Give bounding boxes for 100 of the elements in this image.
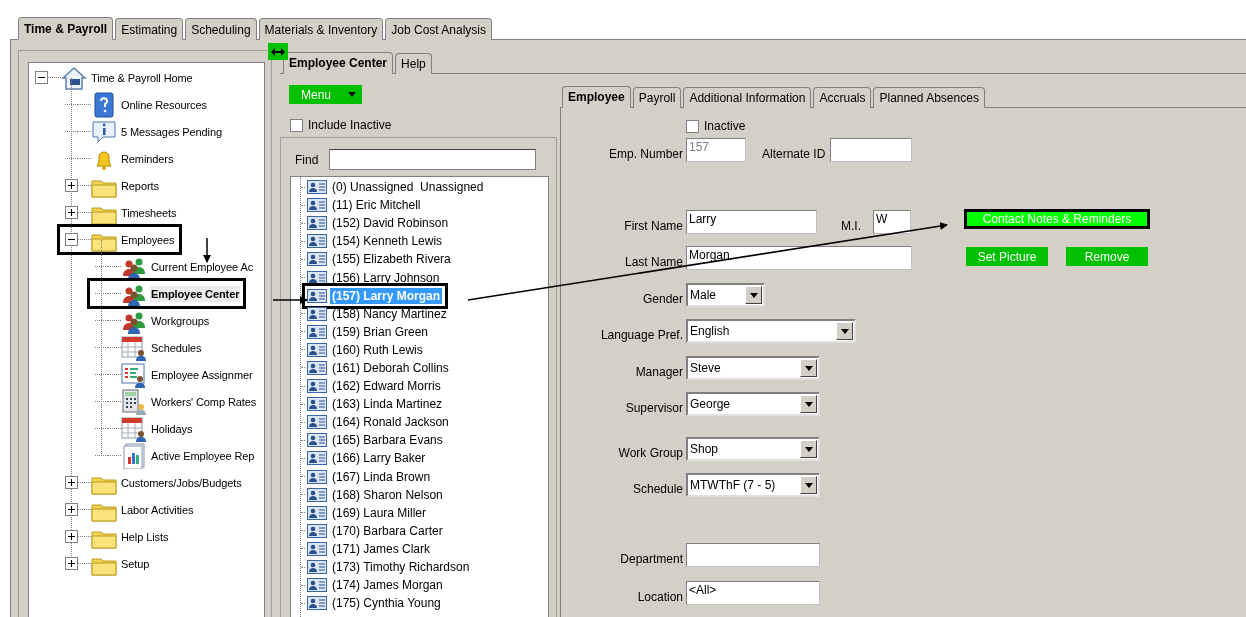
annotation-arrow bbox=[272, 296, 308, 304]
expand-button[interactable] bbox=[65, 503, 78, 516]
employee-item[interactable]: (163) Linda Martinez bbox=[330, 396, 445, 413]
field-label: Location bbox=[636, 590, 684, 605]
detail-tab[interactable]: Additional Information bbox=[683, 87, 812, 108]
tree-item[interactable]: Customers/Jobs/Budgets bbox=[120, 474, 243, 491]
dropdown-field[interactable]: MTWThF (7 - 5) bbox=[686, 473, 820, 497]
text-field[interactable]: W bbox=[873, 210, 911, 234]
tree-item[interactable]: Active Employee Rep bbox=[150, 447, 256, 464]
module-tab[interactable]: Job Cost Analysis bbox=[385, 18, 492, 40]
employee-item[interactable]: (174) James Morgan bbox=[330, 577, 445, 594]
plus-icon bbox=[67, 181, 76, 190]
module-tab[interactable]: Materials & Inventory bbox=[258, 18, 384, 40]
panel-tab[interactable]: Help bbox=[395, 53, 432, 74]
contact-card-icon bbox=[307, 523, 327, 538]
contact-card-icon bbox=[307, 180, 327, 195]
dropdown-field[interactable]: English bbox=[686, 319, 856, 343]
expand-button[interactable] bbox=[65, 179, 78, 192]
employee-item[interactable]: (161) Deborah Collins bbox=[330, 360, 451, 376]
collapse-button[interactable] bbox=[35, 71, 48, 84]
checkbox[interactable] bbox=[686, 119, 699, 133]
text-field[interactable] bbox=[830, 138, 913, 162]
field-label: Supervisor bbox=[624, 401, 684, 416]
contact-card-icon bbox=[307, 234, 327, 249]
caret-icon bbox=[804, 365, 813, 371]
tree-item[interactable]: Reports bbox=[120, 177, 160, 194]
tree-item[interactable]: Timesheets bbox=[120, 204, 178, 221]
detail-tab[interactable]: Planned Absences bbox=[873, 87, 985, 108]
contact-card-icon bbox=[307, 216, 327, 231]
plus-icon bbox=[67, 208, 76, 217]
tree-item[interactable]: Reminders bbox=[120, 150, 175, 167]
tree-item[interactable]: Employees bbox=[120, 231, 176, 248]
text-field[interactable]: Morgan bbox=[686, 246, 912, 270]
checkbox[interactable] bbox=[290, 118, 303, 132]
tree-item[interactable]: Holidays bbox=[150, 420, 194, 437]
expand-button[interactable] bbox=[65, 476, 78, 489]
expand-button[interactable] bbox=[65, 557, 78, 570]
field-label: Language Pref. bbox=[599, 328, 684, 343]
employee-item[interactable]: (165) Barbara Evans bbox=[330, 432, 445, 449]
dropdown-field[interactable]: Steve bbox=[686, 356, 820, 380]
info-icon bbox=[91, 118, 117, 145]
panel-tab[interactable]: Employee Center bbox=[283, 52, 394, 74]
employee-item[interactable]: (170) Barbara Carter bbox=[330, 522, 445, 539]
employee-item[interactable]: (175) Cynthia Young bbox=[330, 595, 443, 612]
tree-item[interactable]: Labor Activities bbox=[120, 501, 195, 518]
employee-item[interactable]: (162) Edward Morris bbox=[330, 378, 443, 395]
caret-icon bbox=[804, 401, 813, 407]
employee-item[interactable]: (166) Larry Baker bbox=[330, 450, 428, 467]
tree-item[interactable]: Help Lists bbox=[120, 528, 170, 545]
expand-button[interactable] bbox=[65, 530, 78, 543]
tree-item[interactable]: Workgroups bbox=[150, 312, 211, 329]
employee-item[interactable]: (156) Larry Johnson bbox=[330, 269, 442, 286]
tree-item[interactable]: Employee Assignmer bbox=[150, 366, 254, 383]
text-field[interactable]: Larry bbox=[686, 210, 817, 234]
contact-card-icon bbox=[307, 541, 327, 556]
employee-item[interactable]: (168) Sharon Nelson bbox=[330, 486, 445, 503]
contact-card-icon bbox=[307, 342, 327, 357]
text-field[interactable] bbox=[686, 543, 820, 567]
employee-item[interactable]: (11) Eric Mitchell bbox=[330, 197, 423, 214]
employee-item[interactable]: (0) Unassigned Unassigned bbox=[330, 179, 486, 196]
employee-item[interactable]: (155) Elizabeth Rivera bbox=[330, 251, 453, 268]
detail-tab[interactable]: Payroll bbox=[632, 87, 682, 108]
tree-item[interactable]: Time & Payroll Home bbox=[90, 69, 194, 86]
text-field[interactable]: <All> bbox=[686, 581, 820, 605]
caret-icon bbox=[804, 482, 813, 488]
employee-item[interactable]: (173) Timothy Richardson bbox=[330, 559, 472, 575]
employee-item[interactable]: (160) Ruth Lewis bbox=[330, 341, 425, 358]
dropdown-field[interactable]: Shop bbox=[686, 437, 820, 461]
employee-item[interactable]: (164) Ronald Jackson bbox=[330, 414, 451, 431]
contact-card-icon bbox=[307, 469, 327, 484]
employee-item[interactable]: (159) Brian Green bbox=[330, 323, 431, 340]
collapse-button[interactable] bbox=[65, 233, 78, 246]
tree-item[interactable]: Workers' Comp Rates bbox=[150, 393, 258, 410]
tree-item[interactable]: Current Employee Ac bbox=[150, 258, 255, 275]
dropdown-field[interactable]: Male bbox=[686, 283, 765, 307]
tree-item[interactable]: Employee Center bbox=[150, 285, 241, 302]
tree-item[interactable]: Setup bbox=[120, 555, 151, 572]
tree-item[interactable]: 5 Messages Pending bbox=[120, 123, 223, 140]
detail-tab[interactable]: Employee bbox=[562, 86, 631, 108]
employee-item[interactable]: (169) Laura Miller bbox=[330, 504, 429, 521]
employee-item[interactable]: (167) Linda Brown bbox=[330, 468, 433, 485]
plus-icon bbox=[67, 559, 76, 568]
dropdown-field[interactable]: George bbox=[686, 392, 820, 416]
tree-item[interactable]: Online Resources bbox=[120, 96, 208, 113]
employee-item[interactable]: (171) James Clark bbox=[330, 540, 433, 557]
tree-item[interactable]: Schedules bbox=[150, 339, 203, 356]
expand-button[interactable] bbox=[65, 206, 78, 219]
module-tab[interactable]: Time & Payroll bbox=[18, 17, 114, 40]
detail-tab[interactable]: Accruals bbox=[813, 87, 872, 108]
employee-item[interactable]: (154) Kenneth Lewis bbox=[330, 233, 445, 250]
employee-item[interactable]: (152) David Robinson bbox=[330, 215, 451, 232]
field-label: Emp. Number bbox=[607, 147, 684, 162]
find-field[interactable] bbox=[329, 149, 537, 170]
resize-handle[interactable] bbox=[268, 43, 288, 60]
module-tab[interactable]: Scheduling bbox=[185, 18, 257, 40]
employee-item[interactable]: (158) Nancy Martinez bbox=[330, 305, 449, 322]
caret-icon bbox=[348, 92, 356, 97]
contact-card-icon bbox=[307, 505, 327, 520]
contact-card-icon bbox=[307, 397, 327, 412]
module-tab[interactable]: Estimating bbox=[115, 18, 184, 40]
